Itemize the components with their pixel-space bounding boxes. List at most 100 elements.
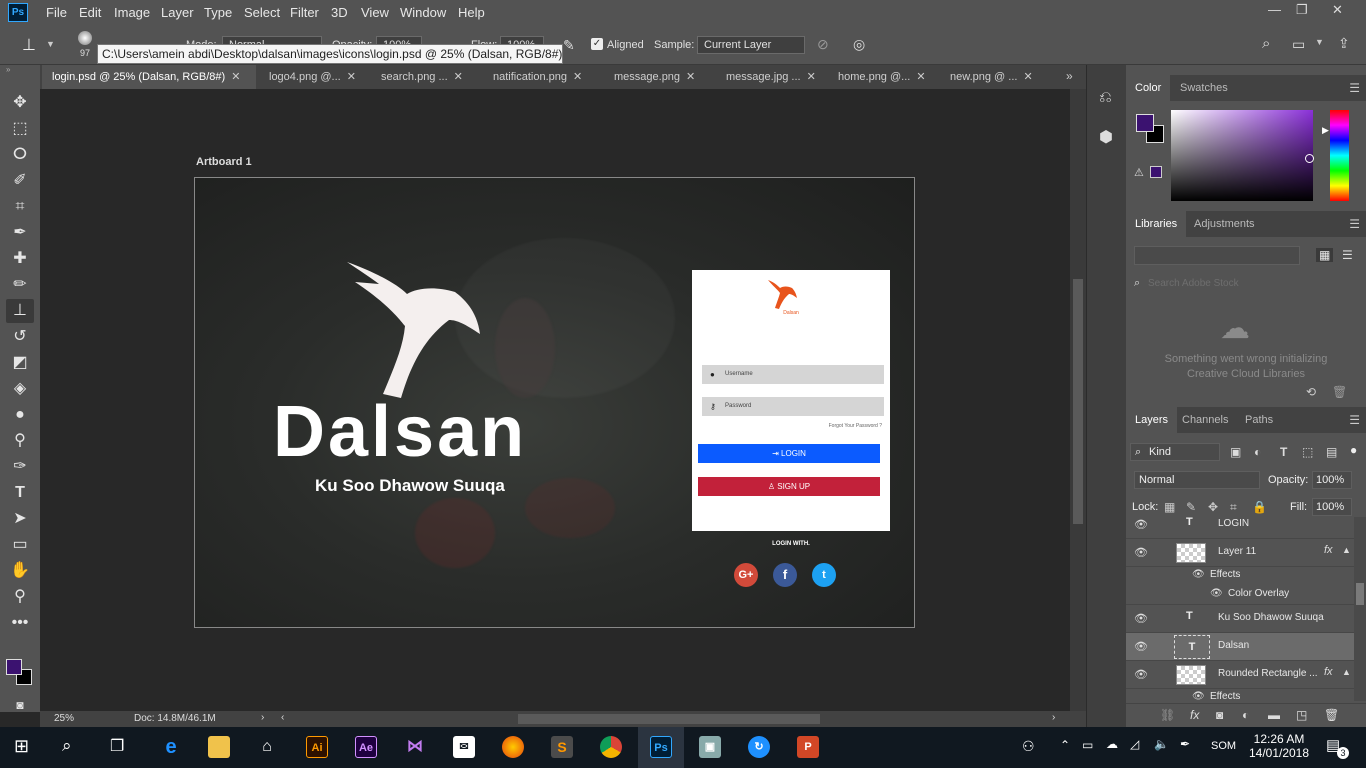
status-arrow-icon[interactable]: ›: [261, 712, 264, 723]
twitter-button[interactable]: t: [812, 563, 836, 587]
history-brush-tool-icon[interactable]: ↺: [6, 325, 34, 349]
eraser-tool-icon[interactable]: ◩: [6, 351, 34, 375]
quick-select-tool-icon[interactable]: ✐: [6, 169, 34, 193]
visual-studio-icon[interactable]: ⋈: [404, 736, 426, 758]
artboard[interactable]: Dalsan Ku Soo Dhawow Suuqa Dalsan ● User…: [194, 177, 915, 628]
fill-input[interactable]: 100%: [1312, 498, 1352, 516]
volume-icon[interactable]: 🔈: [1154, 737, 1169, 751]
signup-button[interactable]: ♙ SIGN UP: [698, 477, 880, 496]
file-explorer-icon[interactable]: [208, 736, 230, 758]
workspace-icon[interactable]: ▭: [1292, 36, 1305, 53]
menu-layer[interactable]: Layer: [161, 5, 194, 20]
effect-row[interactable]: 👁 Color Overlay: [1126, 585, 1354, 605]
delete-layer-icon[interactable]: 🗑: [1324, 708, 1339, 722]
menu-filter[interactable]: Filter: [290, 5, 319, 20]
visibility-eye-icon[interactable]: 👁: [1134, 518, 1148, 531]
lock-all-icon[interactable]: 🔒: [1252, 500, 1267, 514]
new-adjustment-icon[interactable]: ◐: [1242, 708, 1249, 722]
menu-type[interactable]: Type: [204, 5, 232, 20]
close-tab-icon[interactable]: ✕: [686, 71, 695, 83]
move-tool-icon[interactable]: ✥: [6, 91, 34, 115]
close-tab-icon[interactable]: ✕: [916, 71, 925, 83]
google-plus-button[interactable]: G+: [734, 563, 758, 587]
quick-mask-icon[interactable]: ◙: [6, 693, 34, 717]
tab-channels[interactable]: Channels: [1173, 407, 1237, 433]
menu-view[interactable]: View: [361, 5, 389, 20]
stock-search-input[interactable]: Search Adobe Stock: [1148, 278, 1239, 289]
edge-icon[interactable]: e: [160, 736, 182, 758]
close-tab-icon[interactable]: ✕: [347, 71, 356, 83]
cloud-icon[interactable]: ☁: [1106, 737, 1118, 751]
layers-scrollbar[interactable]: [1354, 517, 1366, 701]
filter-shape-icon[interactable]: ⬚: [1302, 445, 1313, 459]
forgot-password-link[interactable]: Forgot Your Password ?: [692, 423, 882, 429]
lasso-tool-icon[interactable]: ⵔ: [6, 143, 34, 167]
layer-opacity-input[interactable]: 100%: [1312, 471, 1352, 489]
chevron-up-icon[interactable]: ⌃: [1060, 738, 1070, 752]
tab-layers[interactable]: Layers: [1126, 407, 1178, 433]
brush-tool-icon[interactable]: ✏: [6, 273, 34, 297]
menu-help[interactable]: Help: [458, 5, 485, 20]
artboard-label[interactable]: Artboard 1: [196, 156, 252, 168]
photoshop-taskbar-icon[interactable]: Ps: [650, 736, 672, 758]
tab-home[interactable]: home.png @... ✕: [828, 65, 938, 89]
layer-row-selected[interactable]: 👁 T Dalsan: [1126, 633, 1354, 661]
search-icon[interactable]: ⌕: [62, 736, 72, 756]
tab-libraries[interactable]: Libraries: [1126, 211, 1187, 237]
blend-mode-select[interactable]: Normal: [1134, 471, 1260, 489]
menu-window[interactable]: Window: [400, 5, 446, 20]
link-layers-icon[interactable]: ⛓: [1160, 708, 1175, 722]
visibility-eye-icon[interactable]: 👁: [1134, 612, 1148, 625]
lock-image-icon[interactable]: ✎: [1186, 500, 1196, 514]
vertical-scrollbar[interactable]: [1070, 89, 1086, 711]
tab-swatches[interactable]: Swatches: [1171, 75, 1237, 101]
share-icon[interactable]: ⇪: [1338, 35, 1350, 52]
hand-tool-icon[interactable]: ✋: [6, 559, 34, 583]
close-tab-icon[interactable]: ✕: [231, 71, 240, 83]
login-button[interactable]: ⇥ LOGIN: [698, 444, 880, 463]
illustrator-icon[interactable]: Ai: [306, 736, 328, 758]
tab-message-png[interactable]: message.png ✕: [604, 65, 712, 89]
foreground-color-swatch[interactable]: [6, 659, 22, 675]
gamut-swatch[interactable]: [1150, 166, 1162, 178]
filter-pixel-icon[interactable]: ▣: [1230, 445, 1241, 459]
3d-icon[interactable]: ⬢: [1099, 127, 1113, 147]
tab-paths[interactable]: Paths: [1236, 407, 1282, 433]
visibility-eye-icon[interactable]: 👁: [1134, 640, 1148, 653]
menu-file[interactable]: File: [46, 5, 67, 20]
layers-scroll-thumb[interactable]: [1356, 583, 1364, 605]
pen-icon[interactable]: ✒: [1180, 737, 1190, 751]
after-effects-icon[interactable]: Ae: [355, 736, 377, 758]
layer-filter-select[interactable]: ⌕ Kind: [1130, 443, 1220, 461]
sample-select[interactable]: Current Layer: [697, 36, 805, 54]
zoom-tool-icon[interactable]: ⚲: [6, 585, 34, 609]
sublime-icon[interactable]: S: [551, 736, 573, 758]
chevron-down-icon[interactable]: ▼: [46, 39, 55, 49]
chrome-icon[interactable]: [600, 736, 622, 758]
powerpoint-icon[interactable]: P: [797, 736, 819, 758]
clone-stamp-tool-icon[interactable]: ⊥: [6, 299, 34, 323]
tab-login-psd[interactable]: login.psd @ 25% (Dalsan, RGB/8#) ✕: [42, 65, 256, 89]
effects-row[interactable]: 👁 Effects: [1126, 689, 1354, 701]
color-picker-cursor[interactable]: [1305, 154, 1314, 163]
scroll-thumb[interactable]: [1073, 279, 1083, 524]
add-style-icon[interactable]: fx: [1190, 708, 1199, 722]
cc-sync-icon[interactable]: ⟲: [1306, 385, 1316, 399]
tab-new[interactable]: new.png @ ... ✕: [940, 65, 1044, 89]
mail-icon[interactable]: ✉: [453, 736, 475, 758]
store-icon[interactable]: ⌂: [256, 736, 278, 758]
filter-type-icon[interactable]: T: [1280, 445, 1287, 459]
eyedropper-tool-icon[interactable]: ✒: [6, 221, 34, 245]
visibility-eye-icon[interactable]: 👁: [1192, 691, 1205, 701]
layer-row[interactable]: 👁 Layer 11 fx ▲: [1126, 539, 1354, 567]
visibility-eye-icon[interactable]: 👁: [1210, 588, 1223, 599]
blur-tool-icon[interactable]: ●: [6, 403, 34, 427]
horizontal-scroll-thumb[interactable]: [518, 714, 820, 724]
tab-logo4[interactable]: logo4.png @... ✕: [259, 65, 369, 89]
lock-position-icon[interactable]: ✥: [1208, 500, 1218, 514]
color-foreground[interactable]: [1136, 114, 1154, 132]
menu-3d[interactable]: 3D: [331, 5, 348, 20]
pen-tool-icon[interactable]: ✑: [6, 455, 34, 479]
layer-row[interactable]: 👁 T Ku Soo Dhawow Suuqa: [1126, 605, 1354, 633]
paint-bucket-tool-icon[interactable]: ◈: [6, 377, 34, 401]
